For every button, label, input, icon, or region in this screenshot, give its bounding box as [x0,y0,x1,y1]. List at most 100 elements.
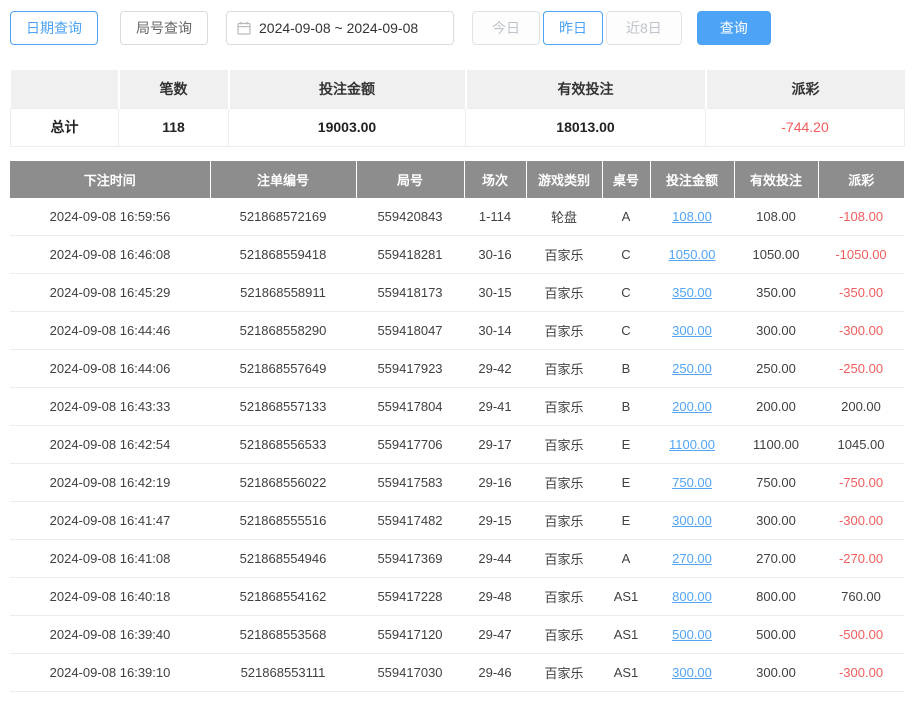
table-no-cell: E [602,502,650,540]
bet-amount-link[interactable]: 250.00 [650,350,734,388]
bet-id-cell: 521868557649 [210,350,356,388]
bet-time-cell: 2024-09-08 16:44:06 [10,350,210,388]
table-no-cell: AS1 [602,578,650,616]
bet-time-cell: 2024-09-08 16:41:08 [10,540,210,578]
bet-amount-link[interactable]: 300.00 [650,654,734,692]
today-button[interactable]: 今日 [472,11,540,45]
bet-time-cell: 2024-09-08 16:43:33 [10,388,210,426]
round-id-cell: 559417030 [356,654,464,692]
bet-amount-link[interactable]: 300.00 [650,312,734,350]
game-type-cell: 百家乐 [526,540,602,578]
date-range-input[interactable]: 2024-09-08 ~ 2024-09-08 [226,11,454,45]
query-toolbar: 日期查询 局号查询 2024-09-08 ~ 2024-09-08 今日 昨日 … [10,10,904,46]
valid-bet-cell: 800.00 [734,578,818,616]
bet-amount-link[interactable]: 350.00 [650,274,734,312]
table-no-cell: E [602,426,650,464]
bet-id-cell: 521868554162 [210,578,356,616]
bet-id-cell: 521868554946 [210,540,356,578]
payout-cell: -350.00 [818,274,904,312]
bet-time-cell: 2024-09-08 16:44:46 [10,312,210,350]
bet-amount-link[interactable]: 108.00 [650,198,734,236]
bet-time-cell: 2024-09-08 16:42:54 [10,426,210,464]
session-cell: 1-114 [464,198,526,236]
betting-records-page: 日期查询 局号查询 2024-09-08 ~ 2024-09-08 今日 昨日 … [0,0,914,702]
bet-id-cell: 521868572169 [210,198,356,236]
session-cell: 30-14 [464,312,526,350]
valid-bet-cell: 500.00 [734,616,818,654]
payout-cell: -500.00 [818,616,904,654]
bet-amount-link[interactable]: 750.00 [650,464,734,502]
game-type-cell: 百家乐 [526,502,602,540]
date-query-tab[interactable]: 日期查询 [10,11,98,45]
bet-id-cell: 521868558911 [210,274,356,312]
summary-table: 笔数 投注金额 有效投注 派彩 总计 118 19003.00 18013.00… [10,70,905,147]
table-no-cell: A [602,198,650,236]
valid-bet-cell: 300.00 [734,312,818,350]
game-type-cell: 百家乐 [526,616,602,654]
table-row: 2024-09-08 16:41:08521868554946559417369… [10,540,904,578]
header-bet-id: 注单编号 [210,161,356,198]
session-cell: 29-15 [464,502,526,540]
round-id-cell: 559420843 [356,198,464,236]
table-row: 2024-09-08 16:42:19521868556022559417583… [10,464,904,502]
table-row: 2024-09-08 16:39:40521868553568559417120… [10,616,904,654]
valid-bet-cell: 300.00 [734,654,818,692]
bet-amount-link[interactable]: 500.00 [650,616,734,654]
game-type-cell: 百家乐 [526,654,602,692]
round-id-cell: 559417804 [356,388,464,426]
session-cell: 29-47 [464,616,526,654]
round-id-cell: 559417482 [356,502,464,540]
summary-payout-value: -744.20 [706,108,905,146]
summary-total-row: 总计 118 19003.00 18013.00 -744.20 [11,108,905,146]
game-type-cell: 百家乐 [526,426,602,464]
round-id-cell: 559418173 [356,274,464,312]
calendar-icon [237,21,251,35]
game-type-cell: 百家乐 [526,464,602,502]
search-button[interactable]: 查询 [697,11,771,45]
header-payout: 派彩 [818,161,904,198]
table-no-cell: C [602,274,650,312]
valid-bet-cell: 200.00 [734,388,818,426]
yesterday-button[interactable]: 昨日 [543,11,603,45]
valid-bet-cell: 750.00 [734,464,818,502]
summary-total-label: 总计 [11,108,119,146]
payout-cell: -300.00 [818,312,904,350]
valid-bet-cell: 1050.00 [734,236,818,274]
bet-time-cell: 2024-09-08 16:41:47 [10,502,210,540]
summary-header-payout: 派彩 [706,70,905,108]
table-row: 2024-09-08 16:42:54521868556533559417706… [10,426,904,464]
bet-amount-link[interactable]: 270.00 [650,540,734,578]
round-id-cell: 559418281 [356,236,464,274]
date-range-value: 2024-09-08 ~ 2024-09-08 [259,20,418,36]
bet-time-cell: 2024-09-08 16:45:29 [10,274,210,312]
bet-amount-link[interactable]: 300.00 [650,502,734,540]
bet-amount-link[interactable]: 1050.00 [650,236,734,274]
round-query-tab[interactable]: 局号查询 [120,11,208,45]
table-row: 2024-09-08 16:45:29521868558911559418173… [10,274,904,312]
bet-amount-link[interactable]: 800.00 [650,578,734,616]
summary-header-valid-bet: 有效投注 [466,70,706,108]
table-no-cell: C [602,236,650,274]
game-type-cell: 轮盘 [526,198,602,236]
payout-cell: -300.00 [818,654,904,692]
bet-amount-link[interactable]: 1100.00 [650,426,734,464]
round-id-cell: 559418047 [356,312,464,350]
header-bet-amount: 投注金额 [650,161,734,198]
bet-time-cell: 2024-09-08 16:46:08 [10,236,210,274]
last-8-days-button[interactable]: 近8日 [606,11,682,45]
header-valid-bet: 有效投注 [734,161,818,198]
table-no-cell: B [602,350,650,388]
game-type-cell: 百家乐 [526,236,602,274]
payout-cell: -250.00 [818,350,904,388]
bet-amount-link[interactable]: 200.00 [650,388,734,426]
table-row: 2024-09-08 16:44:06521868557649559417923… [10,350,904,388]
payout-cell: -108.00 [818,198,904,236]
bet-time-cell: 2024-09-08 16:39:10 [10,654,210,692]
bet-time-cell: 2024-09-08 16:59:56 [10,198,210,236]
round-id-cell: 559417706 [356,426,464,464]
payout-cell: -1050.00 [818,236,904,274]
valid-bet-cell: 108.00 [734,198,818,236]
table-no-cell: B [602,388,650,426]
valid-bet-cell: 300.00 [734,502,818,540]
table-row: 2024-09-08 16:44:46521868558290559418047… [10,312,904,350]
